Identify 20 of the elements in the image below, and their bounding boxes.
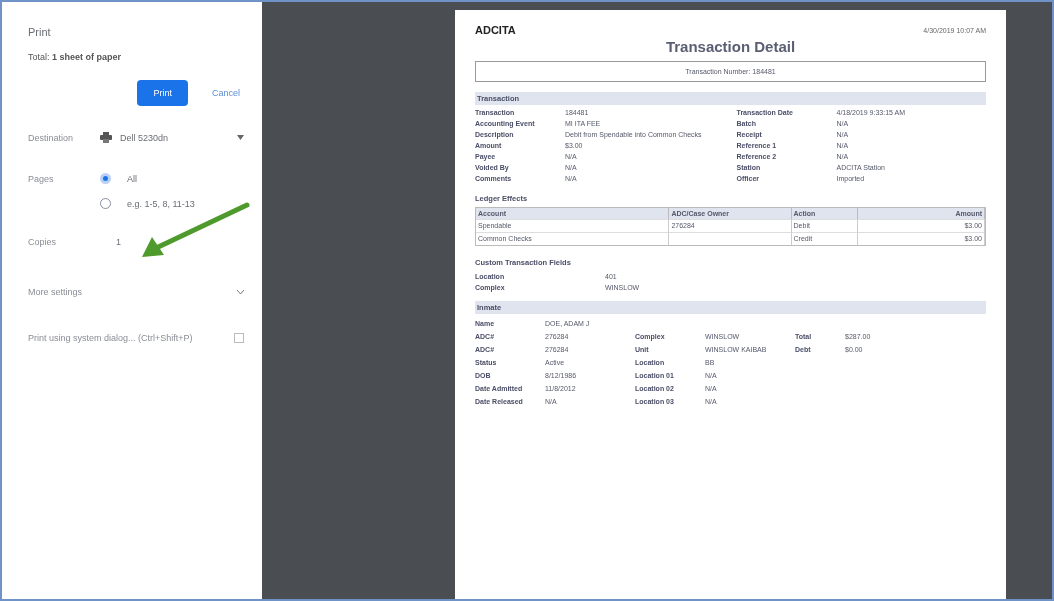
radio-label: All <box>127 173 137 184</box>
pages-label: Pages <box>28 173 55 184</box>
print-button[interactable]: Print <box>137 80 188 106</box>
cancel-button[interactable]: Cancel <box>208 84 244 102</box>
copies-label: Copies <box>28 237 57 247</box>
chevron-icon[interactable] <box>237 289 244 295</box>
dropdown-caret-icon[interactable] <box>237 135 244 140</box>
sheet-total: Total: 1 sheet of paper <box>28 52 123 62</box>
more-settings-toggle[interactable]: More settings <box>28 287 237 297</box>
radio-label: e.g. 1-5, 8, 11-13 <box>127 198 195 209</box>
destination-value[interactable]: Dell 5230dn <box>120 132 169 143</box>
destination-label: Destination <box>28 132 75 143</box>
copies-field[interactable]: 1 <box>116 237 121 247</box>
checkbox[interactable] <box>234 333 244 343</box>
dialog-title: Print <box>28 26 52 38</box>
printer-icon <box>100 132 112 143</box>
radio-button[interactable] <box>100 173 111 184</box>
system-dialog-link[interactable]: Print using system dialog... (Ctrl+Shift+P) <box>28 333 234 343</box>
organization-name: ADCITA <box>475 24 516 36</box>
document-title: Transaction Detail <box>664 38 797 55</box>
